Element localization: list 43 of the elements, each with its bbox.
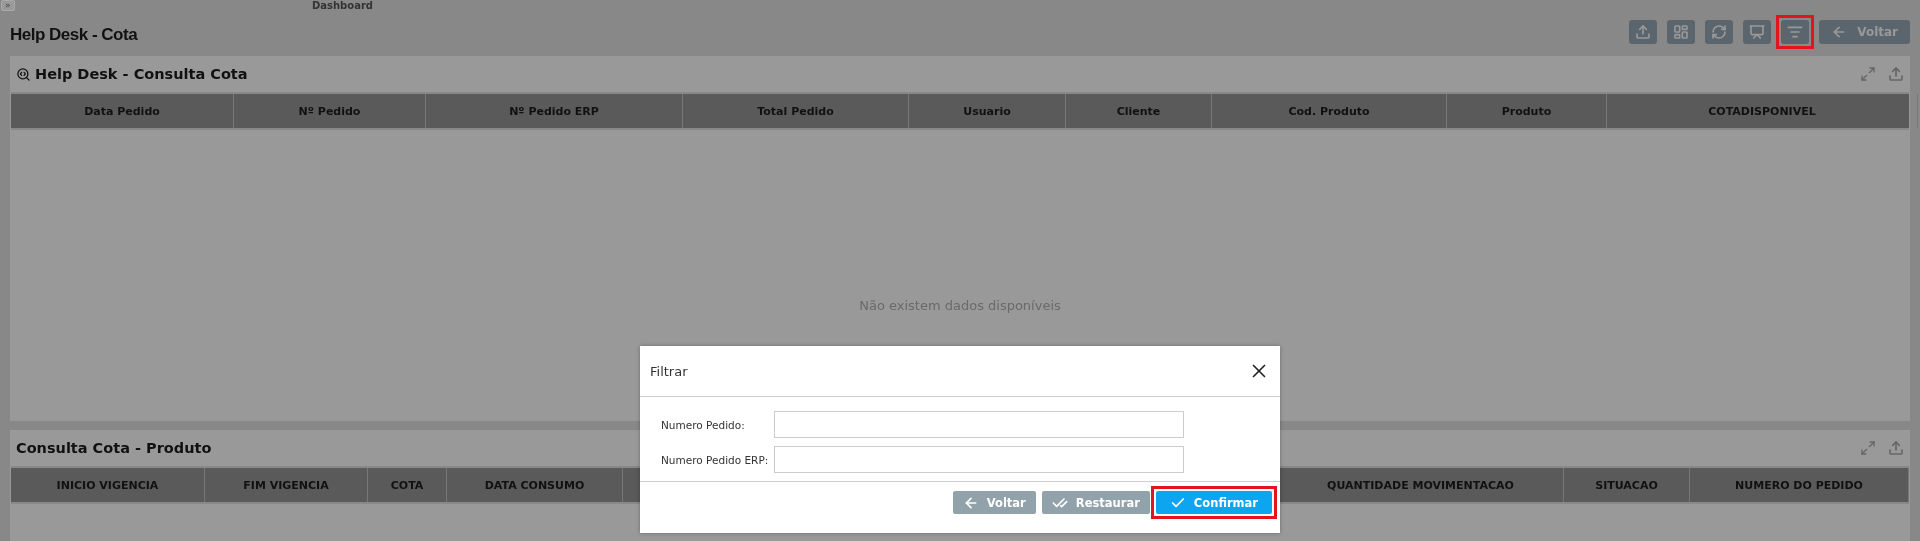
filter-icon	[1787, 24, 1804, 40]
refresh-icon	[1711, 24, 1728, 40]
sidebar-toggle[interactable]: »	[1, 0, 15, 11]
back-button[interactable]: Voltar	[952, 491, 1036, 514]
restore-button[interactable]: Restaurar	[1041, 491, 1150, 514]
layout-button[interactable]	[1667, 20, 1696, 44]
column-header: COTADISPONIVEL	[1607, 94, 1918, 128]
field-label: Numero Pedido:	[661, 418, 746, 431]
input-field[interactable]	[774, 411, 1184, 438]
input-field[interactable]	[774, 446, 1184, 473]
column-header: NUMERO DO PEDIDO	[1690, 468, 1909, 502]
panel-title: Help Desk - Consulta Cota	[16, 66, 248, 82]
chart-button[interactable]	[1743, 20, 1772, 44]
layout-icon	[1673, 24, 1690, 40]
dashboard-link[interactable]: Dashboard	[312, 0, 373, 11]
dialog-title: Filtrar	[650, 363, 688, 379]
expand-icon[interactable]	[1860, 66, 1876, 82]
column-header: SITUACAO	[1564, 468, 1690, 502]
upload-icon	[1635, 24, 1652, 40]
column-header: Nº Pedido ERP	[426, 94, 683, 128]
column-header: Cod. Produto	[1212, 94, 1447, 128]
upload-icon[interactable]	[1888, 66, 1904, 82]
panel-title: Consulta Cota - Produto	[16, 440, 212, 456]
column-header: Data Pedido	[11, 94, 234, 128]
back-button[interactable]: Voltar	[1819, 20, 1910, 44]
column-header: Nº Pedido	[234, 94, 426, 128]
column-header: FIM VIGENCIA	[205, 468, 368, 502]
column-header: DATA CONSUMO	[447, 468, 623, 502]
upload-icon[interactable]	[1888, 440, 1904, 456]
field-label: Numero Pedido ERP:	[661, 453, 770, 466]
refresh-button[interactable]	[1705, 20, 1734, 44]
upload-button[interactable]	[1629, 20, 1658, 44]
column-header: INICIO VIGENCIA	[11, 468, 205, 502]
column-header: Produto	[1447, 94, 1607, 128]
column-header: COTA	[368, 468, 447, 502]
confirm-button[interactable]: Confirmar	[1155, 491, 1272, 514]
expand-icon[interactable]	[1860, 440, 1876, 456]
search-icon	[16, 66, 31, 82]
column-header: Cliente	[1066, 94, 1212, 128]
column-header: Total Pedido	[683, 94, 909, 128]
column-header: Usuario	[909, 94, 1066, 128]
page-title: Help Desk - Cota	[10, 25, 138, 45]
presentation-icon	[1749, 24, 1766, 40]
